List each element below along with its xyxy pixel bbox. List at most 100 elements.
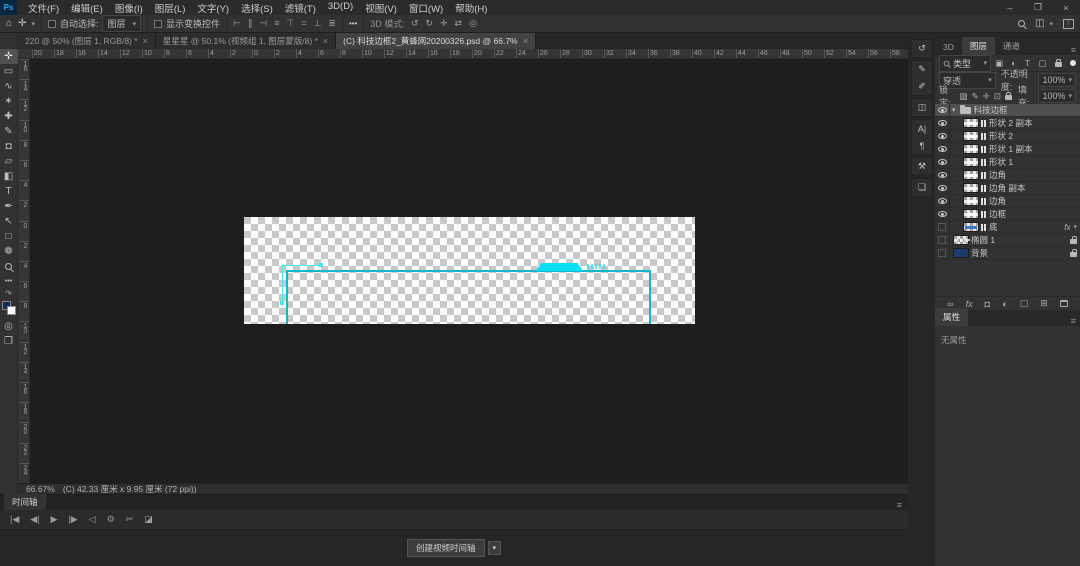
lock-transparent-icon[interactable]: ▨ [960, 91, 968, 102]
tool-presets-panel-icon[interactable]: ⚒ [912, 158, 932, 175]
edit-toolbar[interactable]: ••• [0, 274, 18, 289]
paragraph-panel-icon[interactable]: ¶ [912, 137, 932, 154]
close-button[interactable]: × [1052, 0, 1080, 15]
filter-toggle-pin[interactable] [1069, 60, 1076, 66]
canvas-pasteboard[interactable] [30, 59, 908, 483]
layer-row[interactable]: 椭圆 1 [935, 233, 1080, 247]
current-tool-button[interactable]: ✛ ▾ [18, 18, 35, 29]
tab-3D[interactable]: 3D [935, 39, 962, 55]
new-group-icon[interactable]: ▢ [1020, 298, 1029, 309]
visibility-toggle[interactable] [935, 233, 950, 247]
clone-source-panel-icon[interactable]: ◫ [912, 99, 932, 116]
lock-all-icon[interactable] [1004, 92, 1012, 100]
type-tool[interactable]: T [0, 184, 18, 199]
visibility-toggle[interactable] [935, 181, 950, 195]
marquee-tool[interactable]: ▭ [0, 64, 18, 79]
magic-wand-tool[interactable]: ✶ [0, 94, 18, 109]
layer-row[interactable]: 形状 1 副本 [935, 142, 1080, 156]
share-icon[interactable]: ↑ [1063, 18, 1074, 29]
align-center-h-icon[interactable]: ∥ [248, 18, 253, 29]
tab-close-icon[interactable]: × [323, 36, 328, 46]
tab-通道[interactable]: 通道 [995, 37, 1028, 55]
delete-layer-icon[interactable] [1059, 300, 1068, 307]
timeline-settings-icon[interactable]: ⚙ [107, 514, 115, 525]
3d-slide-icon[interactable]: ⇄ [455, 18, 463, 29]
3d-pan-icon[interactable]: ✛ [440, 18, 448, 29]
visibility-toggle[interactable] [935, 246, 950, 260]
path-selection-tool[interactable]: ↖ [0, 214, 18, 229]
lock-pixels-icon[interactable]: ✎ [972, 91, 979, 102]
play-icon[interactable]: ▶ [51, 514, 58, 525]
distribute-h-icon[interactable]: ⊤ [286, 18, 294, 29]
layer-row[interactable]: 形状 1 [935, 155, 1080, 169]
layer-effects-badge[interactable]: fx [1064, 223, 1070, 232]
document-tab[interactable]: 星星星 @ 50.1% (视频组 1, 图层蒙版/8) * × [155, 33, 337, 49]
color-swatches[interactable] [1, 301, 16, 315]
create-timeline-dropdown[interactable]: ▾ [487, 541, 502, 555]
filter-smart-object-icon[interactable] [1054, 59, 1062, 67]
audio-mute-icon[interactable]: ◁ [89, 514, 96, 525]
create-video-timeline-button[interactable]: 创建视频时间轴 [406, 539, 485, 557]
layer-row[interactable]: ▾ 科技边框 [935, 103, 1080, 117]
visibility-toggle[interactable] [935, 155, 950, 169]
tab-close-icon[interactable]: × [523, 36, 528, 46]
layer-row[interactable]: 边角 [935, 194, 1080, 208]
lock-artboard-icon[interactable]: ⊡ [994, 91, 1001, 102]
restore-button[interactable]: ❐ [1024, 0, 1052, 15]
tab-图层[interactable]: 图层 [961, 37, 995, 55]
lasso-tool[interactable]: ∿ [0, 79, 18, 94]
previous-frame-icon[interactable]: ◀| [30, 514, 39, 525]
layer-style-icon[interactable]: fx [966, 299, 973, 309]
disclosure-triangle-icon[interactable]: ▾ [952, 106, 956, 114]
distribute-bottom-icon[interactable]: ≣ [328, 18, 336, 29]
swap-colors-icon[interactable]: ↷ [5, 289, 12, 299]
visibility-toggle[interactable] [935, 207, 950, 221]
opacity-input[interactable]: 100% ▾ [1038, 73, 1076, 87]
healing-brush-tool[interactable]: ✚ [0, 109, 18, 124]
tab-properties[interactable]: 属性 [935, 308, 969, 326]
chevron-down-icon[interactable]: ▾ [1073, 223, 1077, 231]
tab-close-icon[interactable]: × [143, 36, 148, 46]
home-icon[interactable]: ⌂ [6, 18, 12, 29]
brushes-panel-icon[interactable]: ✐ [912, 78, 932, 95]
fill-input[interactable]: 100% ▾ [1038, 89, 1076, 103]
brush-settings-panel-icon[interactable]: ✎ [912, 61, 932, 78]
quick-mask-button[interactable]: ◎ [0, 319, 18, 334]
align-top-icon[interactable]: ≡ [274, 18, 279, 29]
go-to-first-frame-icon[interactable]: |◀ [10, 514, 19, 525]
visibility-toggle[interactable] [935, 220, 950, 234]
visibility-toggle[interactable] [935, 103, 950, 117]
document-canvas[interactable] [244, 217, 695, 324]
transition-icon[interactable]: ◪ [144, 514, 153, 525]
add-mask-icon[interactable]: ◘ [985, 299, 990, 309]
visibility-toggle[interactable] [935, 194, 950, 208]
layer-row[interactable]: 形状 2 副本 [935, 116, 1080, 130]
new-layer-icon[interactable]: ⊞ [1040, 298, 1048, 309]
3d-camera-icon[interactable]: ◎ [469, 18, 477, 29]
layer-comps-panel-icon[interactable]: ❏ [912, 179, 932, 196]
align-left-icon[interactable]: ⊢ [233, 18, 241, 29]
clone-stamp-tool[interactable]: ◘ [0, 139, 18, 154]
layers-panel-menu-icon[interactable]: ≡ [1071, 45, 1076, 55]
layer-row[interactable]: 边角 [935, 168, 1080, 182]
workspace-switcher[interactable]: ◫ ▾ [1035, 18, 1053, 29]
show-transform-checkbox[interactable] [154, 19, 162, 28]
adjustment-layer-icon[interactable]: ◐ [1002, 299, 1007, 309]
align-right-icon[interactable]: ⊣ [259, 18, 267, 29]
layer-row[interactable]: 底 fx ▾ [935, 220, 1080, 234]
timeline-menu-icon[interactable]: ≡ [897, 500, 902, 510]
zoom-level[interactable]: 66.67% [26, 484, 55, 494]
document-tab[interactable]: 220 @ 50% (图层 1, RGB/8) * × [18, 33, 156, 49]
properties-menu-icon[interactable]: ≡ [1071, 316, 1076, 326]
3d-roll-icon[interactable]: ↻ [425, 18, 433, 29]
eraser-tool[interactable]: ▱ [0, 154, 18, 169]
pen-tool[interactable]: ✒ [0, 199, 18, 214]
character-panel-icon[interactable]: A| [912, 120, 932, 137]
screen-mode-button[interactable]: ❐ [0, 334, 18, 349]
lock-position-icon[interactable]: ✛ [983, 91, 990, 102]
zoom-tool[interactable] [0, 259, 18, 274]
background-color-swatch[interactable] [6, 306, 16, 315]
distribute-v-icon[interactable]: ⊥ [314, 18, 322, 29]
distribute-center-icon[interactable]: = [301, 18, 306, 29]
visibility-toggle[interactable] [935, 129, 950, 143]
